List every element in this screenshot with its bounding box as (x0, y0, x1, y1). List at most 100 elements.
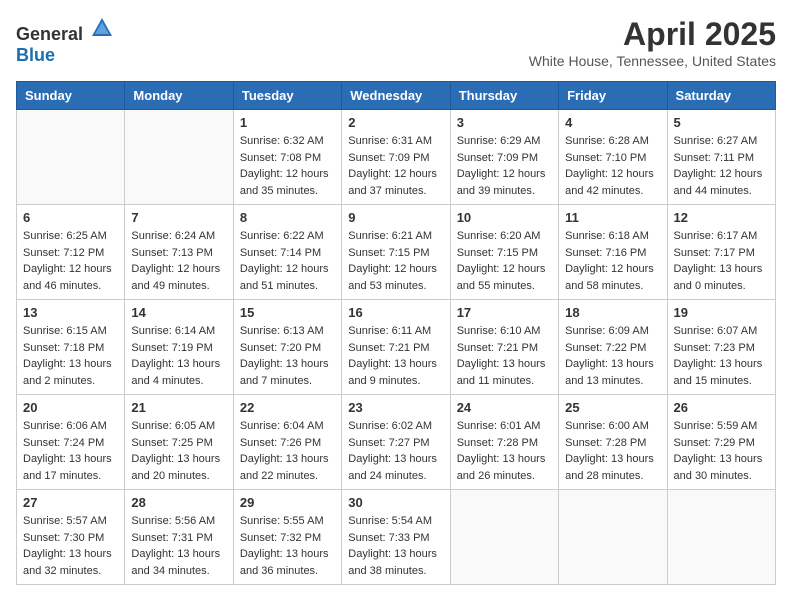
day-info: Sunrise: 6:29 AMSunset: 7:09 PMDaylight:… (457, 133, 552, 199)
day-info-line: Sunrise: 5:56 AM (131, 515, 215, 527)
day-info: Sunrise: 6:24 AMSunset: 7:13 PMDaylight:… (131, 228, 226, 294)
calendar-day-cell: 26Sunrise: 5:59 AMSunset: 7:29 PMDayligh… (667, 395, 775, 490)
day-number: 12 (674, 210, 769, 225)
calendar-day-cell: 5 Sunrise: 6:27 AM Sunset: 7:11 PM Daylight… (667, 110, 775, 205)
day-info-line: Daylight: 13 hours and 22 minutes. (240, 453, 329, 482)
day-info-line: Daylight: 12 hours and 44 minutes. (674, 168, 763, 197)
day-info-line: Sunset: 7:19 PM (131, 342, 212, 354)
day-info-line: Daylight: 13 hours and 26 minutes. (457, 453, 546, 482)
day-info: Sunrise: 6:04 AMSunset: 7:26 PMDaylight:… (240, 418, 335, 484)
calendar-day-cell: 13Sunrise: 6:15 AMSunset: 7:18 PMDayligh… (17, 300, 125, 395)
day-number: 18 (565, 305, 660, 320)
day-info: Sunrise: 6:10 AMSunset: 7:21 PMDaylight:… (457, 323, 552, 389)
day-number: 17 (457, 305, 552, 320)
weekday-header: Sunday (17, 82, 125, 110)
day-info-line: Sunset: 7:33 PM (348, 532, 429, 544)
day-number: 25 (565, 400, 660, 415)
calendar-day-cell (125, 110, 233, 205)
day-number: 2 (348, 115, 443, 130)
day-info-line: Sunset: 7:13 PM (131, 247, 212, 259)
day-info-line: Daylight: 13 hours and 13 minutes. (565, 358, 654, 387)
day-info-line: Sunrise: 6:29 AM (457, 135, 541, 147)
location-title: White House, Tennessee, United States (529, 53, 776, 69)
day-number: 19 (674, 305, 769, 320)
calendar-week-row: 13Sunrise: 6:15 AMSunset: 7:18 PMDayligh… (17, 300, 776, 395)
day-info: Sunrise: 6:11 AMSunset: 7:21 PMDaylight:… (348, 323, 443, 389)
day-number: 5 (674, 115, 769, 130)
day-info-line: Sunrise: 6:21 AM (348, 230, 432, 242)
day-number: 7 (131, 210, 226, 225)
day-info-line: Sunset: 7:11 PM (674, 152, 755, 164)
day-info: Sunrise: 5:54 AMSunset: 7:33 PMDaylight:… (348, 513, 443, 579)
day-info-line: Daylight: 13 hours and 32 minutes. (23, 548, 112, 577)
day-info-line: Sunset: 7:29 PM (674, 437, 755, 449)
day-info-line: Sunset: 7:09 PM (348, 152, 429, 164)
day-info: Sunrise: 6:00 AMSunset: 7:28 PMDaylight:… (565, 418, 660, 484)
weekday-header: Thursday (450, 82, 558, 110)
day-info: Sunrise: 5:56 AMSunset: 7:31 PMDaylight:… (131, 513, 226, 579)
day-info-line: Sunrise: 6:22 AM (240, 230, 324, 242)
day-info: Sunrise: 6:09 AMSunset: 7:22 PMDaylight:… (565, 323, 660, 389)
logo-text-blue: Blue (16, 45, 55, 65)
day-info-line: Sunrise: 6:05 AM (131, 420, 215, 432)
day-info-line: Sunrise: 6:00 AM (565, 420, 649, 432)
day-info-line: Sunset: 7:12 PM (23, 247, 104, 259)
day-info-line: Sunset: 7:25 PM (131, 437, 212, 449)
day-number: 14 (131, 305, 226, 320)
day-info-line: Sunrise: 6:20 AM (457, 230, 541, 242)
day-number: 24 (457, 400, 552, 415)
calendar-day-cell: 22 Sunrise: 6:04 AMSunset: 7:26 PMDayligh… (233, 395, 341, 490)
day-info: Sunrise: 6:25 AMSunset: 7:12 PMDaylight:… (23, 228, 118, 294)
day-info-line: Sunrise: 6:32 AM (240, 135, 324, 147)
day-info-line: Daylight: 12 hours and 58 minutes. (565, 263, 654, 292)
calendar-day-cell: 8Sunrise: 6:22 AMSunset: 7:14 PMDaylight… (233, 205, 341, 300)
day-info-line: Sunset: 7:24 PM (23, 437, 104, 449)
calendar-week-row: 27Sunrise: 5:57 AMSunset: 7:30 PMDayligh… (17, 490, 776, 585)
day-info-line: Daylight: 12 hours and 55 minutes. (457, 263, 546, 292)
day-info-line: Sunrise: 6:11 AM (348, 325, 431, 337)
page-header: General Blue April 2025 White House, Ten… (16, 16, 776, 69)
day-info: Sunrise: 6:27 AM Sunset: 7:11 PM Daylight:… (674, 133, 769, 199)
day-info-line: Sunrise: 5:57 AM (23, 515, 107, 527)
calendar-day-cell: 18 Sunrise: 6:09 AMSunset: 7:22 PMDayligh… (559, 300, 667, 395)
day-number: 22 (240, 400, 335, 415)
day-number: 26 (674, 400, 769, 415)
day-number: 6 (23, 210, 118, 225)
calendar-day-cell: 24Sunrise: 6:01 AMSunset: 7:28 PMDayligh… (450, 395, 558, 490)
day-number: 1 (240, 115, 335, 130)
calendar-day-cell: 14Sunrise: 6:14 AMSunset: 7:19 PMDayligh… (125, 300, 233, 395)
day-number: 3 (457, 115, 552, 130)
calendar-day-cell: 23Sunrise: 6:02 AMSunset: 7:27 PMDayligh… (342, 395, 450, 490)
weekday-header: Saturday (667, 82, 775, 110)
day-info-line: Sunrise: 6:07 AM (674, 325, 758, 337)
day-info-line: Daylight: 13 hours and 2 minutes. (23, 358, 112, 387)
day-info-line: Sunset: 7:23 PM (674, 342, 755, 354)
day-info-line: Sunrise: 6:06 AM (23, 420, 107, 432)
calendar-day-cell: 11Sunrise: 6:18 AMSunset: 7:16 PMDayligh… (559, 205, 667, 300)
day-info-line: Sunrise: 6:14 AM (131, 325, 215, 337)
day-info-line: Daylight: 12 hours and 42 minutes. (565, 168, 654, 197)
calendar-day-cell: 6 Sunrise: 6:25 AMSunset: 7:12 PMDaylight… (17, 205, 125, 300)
calendar-day-cell: 16Sunrise: 6:11 AMSunset: 7:21 PMDayligh… (342, 300, 450, 395)
day-info: Sunrise: 6:31 AMSunset: 7:09 PMDaylight:… (348, 133, 443, 199)
calendar-day-cell: 1 Sunrise: 6:32 AMSunset: 7:08 PMDaylight… (233, 110, 341, 205)
day-info: Sunrise: 6:32 AMSunset: 7:08 PMDaylight:… (240, 133, 335, 199)
calendar-day-cell (450, 490, 558, 585)
day-info-line: Sunset: 7:15 PM (348, 247, 429, 259)
day-info-line: Sunset: 7:32 PM (240, 532, 321, 544)
day-info-line: Daylight: 12 hours and 35 minutes. (240, 168, 329, 197)
day-info: Sunrise: 6:02 AMSunset: 7:27 PMDaylight:… (348, 418, 443, 484)
day-info-line: Sunrise: 6:04 AM (240, 420, 324, 432)
weekday-header: Wednesday (342, 82, 450, 110)
day-info-line: Daylight: 13 hours and 7 minutes. (240, 358, 329, 387)
day-info-line: Sunset: 7:28 PM (457, 437, 538, 449)
day-info-line: Sunrise: 6:09 AM (565, 325, 649, 337)
calendar-day-cell: 3Sunrise: 6:29 AMSunset: 7:09 PMDaylight… (450, 110, 558, 205)
calendar-day-cell (559, 490, 667, 585)
day-info-line: Sunset: 7:09 PM (457, 152, 538, 164)
calendar-week-row: 20Sunrise: 6:06 AMSunset: 7:24 PMDayligh… (17, 395, 776, 490)
day-info-line: Sunset: 7:17 PM (674, 247, 755, 259)
day-info-line: Sunrise: 6:27 AM (674, 135, 758, 147)
logo-icon (90, 16, 114, 40)
day-info-line: Sunrise: 5:59 AM (674, 420, 758, 432)
